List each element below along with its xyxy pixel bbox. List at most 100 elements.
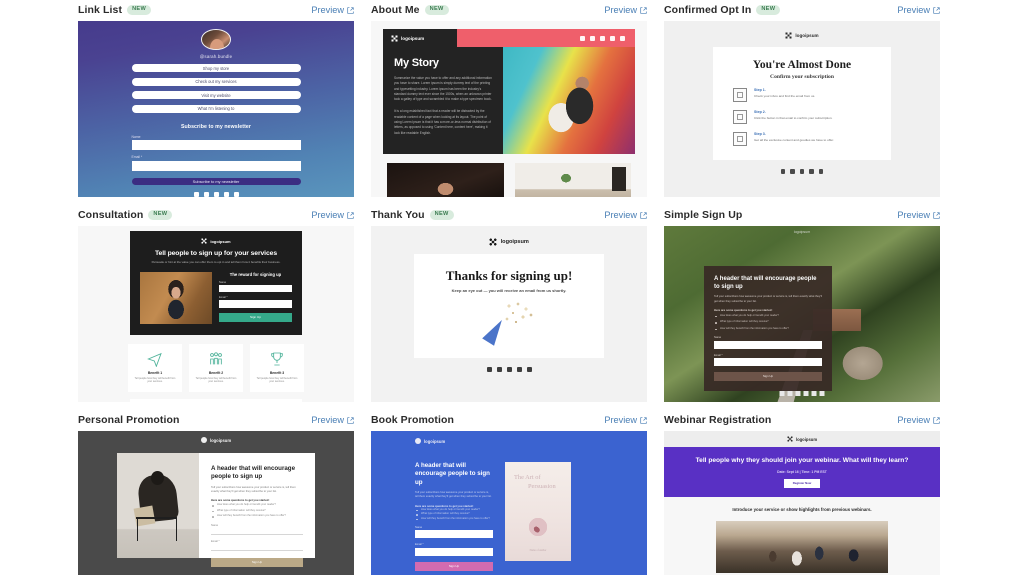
seated-person-photo bbox=[117, 453, 199, 558]
benefit-desc: Tell people how they will benefit from y… bbox=[256, 376, 298, 384]
hero-heading: Tell people why they should join your we… bbox=[695, 457, 909, 465]
name-label: Name bbox=[415, 525, 423, 529]
preview-link[interactable]: Preview bbox=[604, 415, 647, 425]
party-popper-icon bbox=[733, 132, 747, 146]
party-popper-illustration bbox=[482, 302, 536, 346]
template-card-book-promotion[interactable]: Book Promotion Preview logoipsum A heade… bbox=[371, 411, 647, 575]
step-label: Step 3. bbox=[754, 132, 766, 136]
template-thumbnail[interactable]: logoipsum You're Almost Done Confirm you… bbox=[664, 21, 940, 197]
email-field-group: Email * bbox=[131, 155, 301, 171]
email-label: Email * bbox=[219, 296, 228, 300]
avatar bbox=[201, 29, 231, 50]
link-button: Shop my store bbox=[131, 64, 301, 73]
trophy-icon bbox=[271, 352, 283, 366]
brand-name: logoipsum bbox=[401, 35, 425, 41]
brand-logo: logoipsum bbox=[489, 238, 529, 246]
figure-head bbox=[151, 471, 164, 485]
template-thumbnail[interactable]: logoipsum Tell people why they should jo… bbox=[664, 431, 940, 575]
benefits-row: Benefit 1 Tell people how they will bene… bbox=[78, 343, 354, 392]
new-badge: NEW bbox=[756, 5, 781, 15]
social-bar bbox=[457, 29, 635, 47]
preview-label: Preview bbox=[311, 5, 344, 15]
social-icons bbox=[486, 367, 532, 372]
external-link-icon bbox=[933, 6, 940, 14]
template-card-webinar-registration[interactable]: Webinar Registration Preview logoipsum T… bbox=[664, 411, 940, 575]
new-badge: NEW bbox=[429, 210, 454, 220]
brand-name: logoipsum bbox=[795, 436, 818, 442]
story-text-panel: My Story Summarize the value you have to… bbox=[383, 47, 503, 154]
form-paragraph: Tell your subscribers how awesome your p… bbox=[415, 491, 492, 499]
hero-photo bbox=[503, 47, 635, 154]
youtube-icon bbox=[809, 169, 814, 174]
logo-dots-icon bbox=[489, 238, 498, 246]
story-heading: My Story bbox=[394, 57, 439, 69]
brand-logo: logoipsum bbox=[140, 238, 292, 244]
name-label: Name bbox=[714, 336, 722, 340]
preview-link[interactable]: Preview bbox=[311, 210, 354, 220]
preview-label: Preview bbox=[897, 210, 930, 220]
overlay-heading: A header that will encourage people to s… bbox=[714, 276, 817, 291]
template-thumbnail[interactable]: logoipsum A header that will encourage p… bbox=[664, 226, 940, 402]
step-desc: Get all the exclusive content and goodie… bbox=[754, 137, 834, 142]
thankyou-sub: Keep an eye out — you will receive an em… bbox=[451, 288, 567, 293]
preview-link[interactable]: Preview bbox=[311, 415, 354, 425]
signup-button: Sign Up bbox=[219, 312, 292, 322]
book-cover-art bbox=[514, 503, 562, 551]
template-card-link-list[interactable]: Link List NEW Preview @sarah.bundle Shop… bbox=[78, 1, 354, 197]
youtube-icon bbox=[803, 391, 809, 396]
bullet-item: What type of information will they recei… bbox=[211, 509, 303, 513]
preview-link[interactable]: Preview bbox=[311, 5, 354, 15]
brand-logo: logoipsum bbox=[383, 29, 457, 47]
signup-form: A header that will encourage people to s… bbox=[415, 462, 493, 571]
template-card-confirmed-opt-in[interactable]: Confirmed Opt In NEW Preview logoipsum Y… bbox=[664, 1, 940, 197]
card-title: Webinar Registration bbox=[664, 414, 772, 426]
social-icons bbox=[193, 192, 239, 197]
preview-link[interactable]: Preview bbox=[897, 210, 940, 220]
template-card-about-me[interactable]: About Me NEW Preview logoipsum My Story … bbox=[371, 1, 647, 197]
hero-paragraph: Persuade or hint at the value you can of… bbox=[151, 260, 281, 264]
preview-link[interactable]: Preview bbox=[897, 5, 940, 15]
card-header: Link List NEW Preview bbox=[78, 1, 354, 19]
name-input bbox=[219, 284, 292, 293]
email-label: Email * bbox=[131, 155, 143, 160]
template-thumbnail[interactable]: logoipsum A header that will encourage p… bbox=[371, 431, 647, 575]
bullet-item: How will they benefit from the informati… bbox=[211, 514, 303, 519]
gallery-photo-2 bbox=[514, 163, 631, 197]
card-title: Thank You bbox=[371, 209, 425, 221]
facebook-icon bbox=[779, 391, 785, 396]
step-item: Step 2. Click the button in that email t… bbox=[733, 110, 871, 124]
template-card-personal-promotion[interactable]: Personal Promotion Preview logoipsum A h… bbox=[78, 411, 354, 575]
preview-link[interactable]: Preview bbox=[604, 210, 647, 220]
card-title: Consultation bbox=[78, 209, 144, 221]
form-paragraph: Tell your subscribers how awesome your p… bbox=[211, 485, 296, 494]
thankyou-heading: Thanks for signing up! bbox=[445, 268, 573, 283]
popper-cone-icon bbox=[482, 316, 508, 346]
template-thumbnail[interactable]: logoipsum Tell people to sign up for you… bbox=[78, 226, 354, 402]
template-thumbnail[interactable]: logoipsum A header that will encourage p… bbox=[78, 431, 354, 575]
template-thumbnail[interactable]: @sarah.bundle Shop my store Check out my… bbox=[78, 21, 354, 197]
bullet-item: How will they benefit from the informati… bbox=[415, 517, 493, 521]
email-input bbox=[219, 300, 292, 308]
card-title: Confirmed Opt In bbox=[664, 4, 752, 16]
template-thumbnail[interactable]: logoipsum Thanks for signing up! Keep an… bbox=[371, 226, 647, 402]
name-input bbox=[211, 527, 303, 535]
template-thumbnail[interactable]: logoipsum My Story Summarize the value y… bbox=[371, 21, 647, 197]
link-button: What I'm listening to bbox=[131, 104, 301, 113]
optin-subheading: Confirm your subscription bbox=[770, 74, 834, 80]
book-author: Name of Author bbox=[529, 549, 547, 552]
facebook-icon bbox=[193, 192, 199, 197]
form-heading: A header that will encourage people to s… bbox=[211, 465, 296, 481]
template-card-simple-sign-up[interactable]: Simple Sign Up Preview logoipsum A heade… bbox=[664, 206, 940, 402]
promo-card: A header that will encourage people to s… bbox=[117, 453, 315, 567]
preview-label: Preview bbox=[604, 415, 637, 425]
preview-link[interactable]: Preview bbox=[604, 5, 647, 15]
benefit-card: Benefit 2 Tell people how they will bene… bbox=[189, 343, 243, 392]
bullet-item: How will they benefit from the informati… bbox=[714, 327, 822, 331]
linkedin-icon bbox=[233, 192, 239, 197]
newsletter-heading: Subscribe to my newsletter bbox=[180, 123, 252, 130]
preview-link[interactable]: Preview bbox=[897, 415, 940, 425]
template-card-consultation[interactable]: Consultation NEW Preview logoipsum Tell … bbox=[78, 206, 354, 402]
template-gallery-page: Link List NEW Preview @sarah.bundle Shop… bbox=[0, 0, 1024, 575]
benefit-desc: Tell people how they will benefit from y… bbox=[134, 376, 176, 384]
template-card-thank-you[interactable]: Thank You NEW Preview logoipsum Thanks f… bbox=[371, 206, 647, 402]
